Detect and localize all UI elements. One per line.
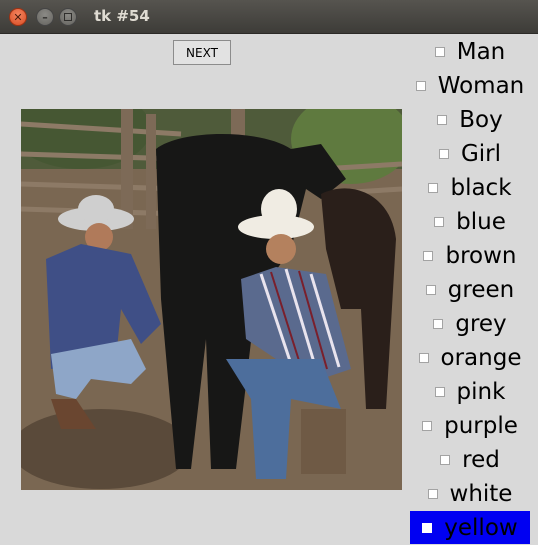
checkbox-man[interactable]: Man bbox=[410, 35, 530, 68]
checkbox-label: orange bbox=[440, 344, 522, 371]
checkbox-grey[interactable]: grey bbox=[410, 307, 530, 340]
checkbox-label: purple bbox=[444, 412, 518, 439]
checkbox-label: green bbox=[447, 276, 515, 303]
checkbox-icon[interactable] bbox=[422, 420, 433, 431]
checkbox-label: brown bbox=[445, 242, 517, 269]
checkbox-label: blue bbox=[456, 208, 506, 235]
checkbox-icon[interactable] bbox=[425, 284, 436, 295]
checkbox-label: grey bbox=[455, 310, 507, 337]
minimize-icon[interactable]: – bbox=[36, 8, 54, 26]
checkbox-pink[interactable]: pink bbox=[410, 375, 530, 408]
checkbox-woman[interactable]: Woman bbox=[410, 69, 530, 102]
checkbox-icon[interactable] bbox=[440, 454, 451, 465]
checkbox-label: red bbox=[462, 446, 500, 473]
checkbox-icon[interactable] bbox=[422, 522, 433, 533]
checkbox-label: Man bbox=[456, 38, 506, 65]
title-bar: ✕ – tk #54 bbox=[0, 0, 538, 34]
checkbox-white[interactable]: white bbox=[410, 477, 530, 510]
checkbox-icon[interactable] bbox=[437, 114, 448, 125]
checkbox-icon[interactable] bbox=[434, 216, 445, 227]
checkbox-blue[interactable]: blue bbox=[410, 205, 530, 238]
checkbox-girl[interactable]: Girl bbox=[410, 137, 530, 170]
window-title: tk #54 bbox=[94, 7, 150, 25]
checkbox-orange[interactable]: orange bbox=[410, 341, 530, 374]
maximize-icon[interactable] bbox=[59, 8, 77, 26]
checkbox-icon[interactable] bbox=[428, 182, 439, 193]
next-button[interactable]: NEXT bbox=[173, 40, 231, 65]
checkbox-green[interactable]: green bbox=[410, 273, 530, 306]
checkbox-icon[interactable] bbox=[423, 250, 434, 261]
checkbox-label: Woman bbox=[437, 72, 525, 99]
checkbox-label: pink bbox=[456, 378, 506, 405]
checkbox-icon[interactable] bbox=[427, 488, 438, 499]
checkbox-label: black bbox=[450, 174, 512, 201]
photo-image bbox=[21, 109, 402, 490]
checkbox-label: Boy bbox=[459, 106, 503, 133]
checkbox-yellow[interactable]: yellow bbox=[410, 511, 530, 544]
checkbox-red[interactable]: red bbox=[410, 443, 530, 476]
close-icon[interactable]: ✕ bbox=[9, 8, 27, 26]
checkbox-icon[interactable] bbox=[434, 46, 445, 57]
checkbox-black[interactable]: black bbox=[410, 171, 530, 204]
checkbox-icon[interactable] bbox=[434, 386, 445, 397]
checkbox-label: Girl bbox=[460, 140, 502, 167]
checkbox-purple[interactable]: purple bbox=[410, 409, 530, 442]
checkbox-label: yellow bbox=[444, 514, 518, 541]
checkbox-icon[interactable] bbox=[415, 80, 426, 91]
checkbox-label: white bbox=[449, 480, 513, 507]
checkbox-icon[interactable] bbox=[438, 148, 449, 159]
checkbox-icon[interactable] bbox=[418, 352, 429, 363]
checkbox-icon[interactable] bbox=[433, 318, 444, 329]
checkbox-brown[interactable]: brown bbox=[410, 239, 530, 272]
checkbox-boy[interactable]: Boy bbox=[410, 103, 530, 136]
